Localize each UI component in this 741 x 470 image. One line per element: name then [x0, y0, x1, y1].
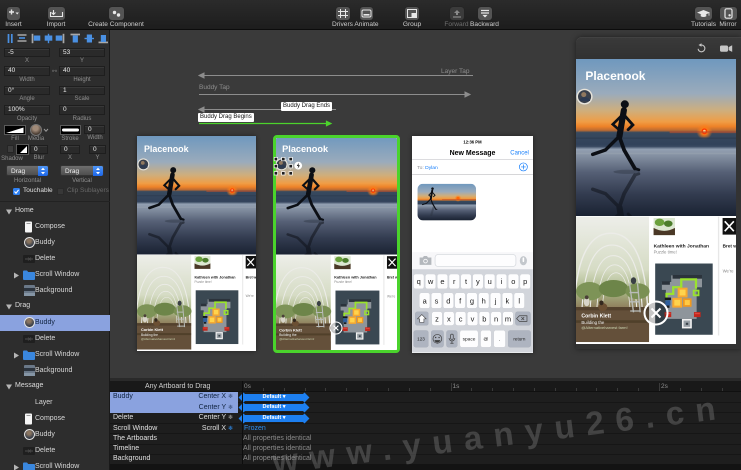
- svg-text:h: h: [481, 296, 485, 305]
- svg-text:New Message: New Message: [449, 150, 495, 157]
- svg-text:w: w: [427, 277, 434, 286]
- svg-text:12:36 PM: 12:36 PM: [463, 139, 482, 144]
- svg-text:j: j: [494, 296, 497, 305]
- svg-text:k: k: [505, 296, 509, 305]
- svg-text:Cancel: Cancel: [510, 150, 529, 156]
- svg-text:v: v: [470, 314, 474, 323]
- svg-text:e: e: [440, 277, 444, 286]
- svg-text:To:: To:: [417, 165, 424, 171]
- svg-text:return: return: [513, 336, 525, 341]
- svg-text:@: @: [483, 337, 488, 343]
- svg-text:123: 123: [417, 336, 425, 341]
- svg-text:n: n: [494, 314, 498, 323]
- svg-text:d: d: [446, 296, 450, 305]
- svg-text:c: c: [459, 314, 463, 323]
- svg-text:s: s: [434, 296, 438, 305]
- svg-text:g: g: [470, 296, 474, 305]
- svg-text:space: space: [462, 338, 475, 343]
- svg-text:p: p: [523, 277, 527, 286]
- svg-text:q: q: [416, 277, 420, 286]
- svg-text:b: b: [482, 314, 486, 323]
- svg-text:o: o: [511, 277, 515, 286]
- svg-text:Dylan: Dylan: [425, 165, 438, 171]
- svg-text:m: m: [505, 314, 511, 323]
- svg-text:u: u: [487, 277, 491, 286]
- svg-text:y: y: [476, 277, 480, 286]
- svg-text:x: x: [447, 314, 451, 323]
- svg-text:z: z: [435, 314, 439, 323]
